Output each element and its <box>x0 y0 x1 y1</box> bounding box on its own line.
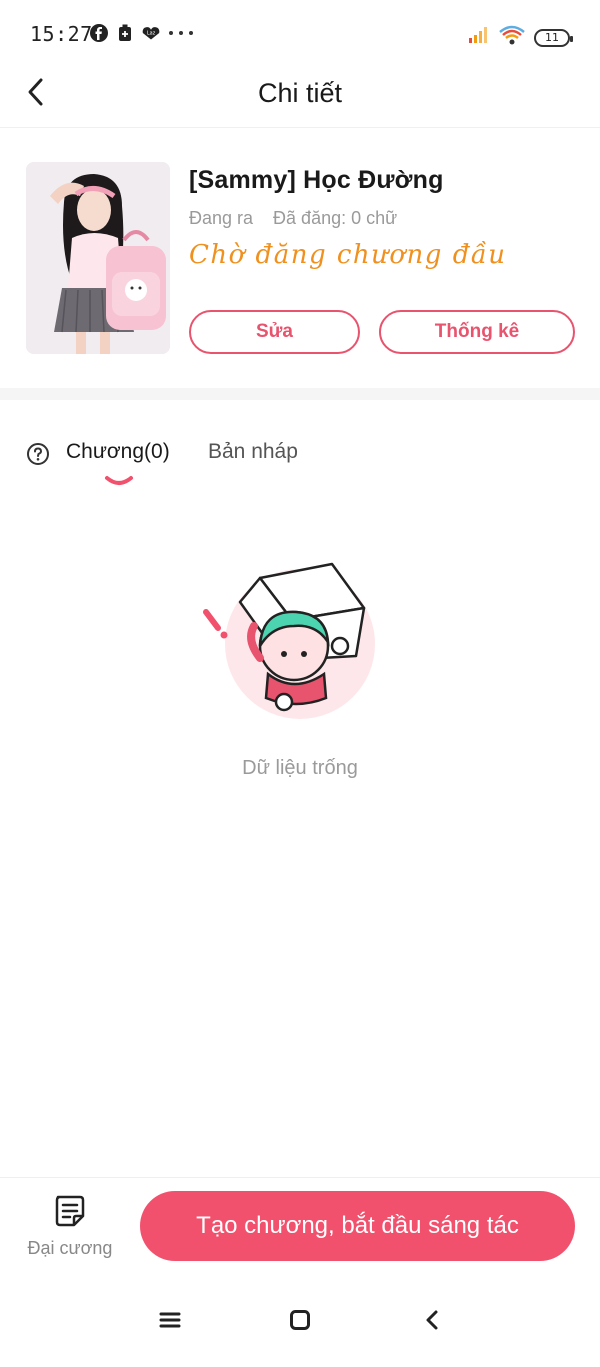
outline-document-icon <box>54 1194 86 1228</box>
stats-button[interactable]: Thống kê <box>379 310 575 354</box>
story-word-count: Đã đăng: 0 chữ <box>273 208 398 228</box>
menu-icon[interactable] <box>158 1308 182 1332</box>
home-square-icon[interactable] <box>288 1308 312 1332</box>
wifi-icon <box>498 24 526 51</box>
outline-label: Đại cương <box>27 1238 113 1258</box>
section-divider <box>0 388 600 400</box>
tab-drafts[interactable]: Bản nháp <box>208 440 298 464</box>
outline-button[interactable]: Đại cương <box>20 1194 120 1264</box>
top-app-bar: Chi tiết <box>0 60 600 128</box>
empty-state-text: Dữ liệu trống <box>242 757 358 779</box>
back-chevron-icon[interactable] <box>420 1308 444 1332</box>
battery-saver-icon <box>116 24 134 42</box>
status-time: 15:27 <box>30 22 93 46</box>
signal-icon <box>468 26 490 49</box>
story-cover-image[interactable] <box>26 162 170 354</box>
bottom-action-bar: Đại cương Tạo chương, bắt đầu sáng tác <box>0 1177 600 1277</box>
edit-button[interactable]: Sửa <box>189 310 360 354</box>
question-circle-icon[interactable] <box>26 442 50 466</box>
svg-text:Laz: Laz <box>147 31 156 37</box>
system-navigation-bar <box>0 1290 600 1350</box>
battery-icon: 11 <box>534 28 573 47</box>
status-system-icons: 11 <box>468 24 573 51</box>
page-title: Chi tiết <box>257 78 343 108</box>
more-dots-icon <box>168 24 194 42</box>
create-chapter-button[interactable]: Tạo chương, bắt đầu sáng tác <box>140 1191 575 1261</box>
facebook-icon <box>90 24 108 42</box>
active-tab-indicator <box>104 474 134 486</box>
tab-chapters[interactable]: Chương(0) <box>66 440 170 464</box>
story-info-card: [Sammy] Học Đường Đang ra Đã đăng: 0 chữ… <box>0 130 600 388</box>
story-title: [Sammy] Học Đường <box>189 166 444 194</box>
story-status-label: Đang ra <box>189 208 254 228</box>
lazada-icon: Laz <box>142 24 160 42</box>
status-notification-icons: Laz <box>90 24 194 42</box>
publish-status-text: Chờ đăng chương đầu <box>189 240 507 270</box>
story-meta: Đang ra Đã đăng: 0 chữ <box>189 208 397 229</box>
empty-box-illustration <box>200 560 380 720</box>
chapter-tabs: Chương(0) Bản nháp <box>0 430 600 490</box>
